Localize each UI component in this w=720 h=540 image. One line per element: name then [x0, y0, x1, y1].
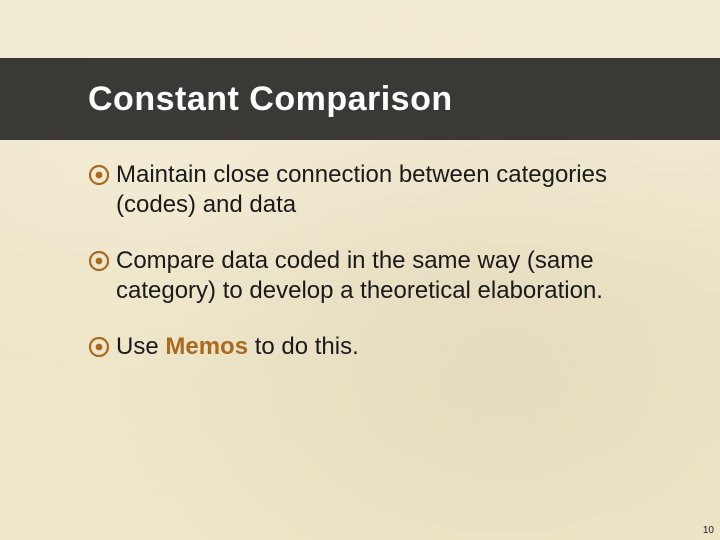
text-post: to do this. [248, 333, 359, 360]
text-pre: Use [116, 333, 165, 360]
bullet-target-icon [88, 250, 110, 272]
page-title: Constant Comparison [88, 80, 453, 119]
title-bar: Constant Comparison [0, 58, 720, 140]
list-item: Use Memos to do this. [88, 332, 650, 362]
page-number: 10 [703, 525, 714, 536]
content-area: Maintain close connection between catego… [88, 160, 650, 388]
list-item: Compare data coded in the same way (same… [88, 246, 650, 306]
emphasis-memos: Memos [165, 333, 248, 360]
list-item-text: Maintain close connection between catego… [116, 160, 650, 220]
list-item-text: Compare data coded in the same way (same… [116, 246, 650, 306]
bullet-target-icon [88, 336, 110, 358]
bullet-target-icon [88, 164, 110, 186]
list-item-text: Use Memos to do this. [116, 332, 650, 362]
list-item: Maintain close connection between catego… [88, 160, 650, 220]
